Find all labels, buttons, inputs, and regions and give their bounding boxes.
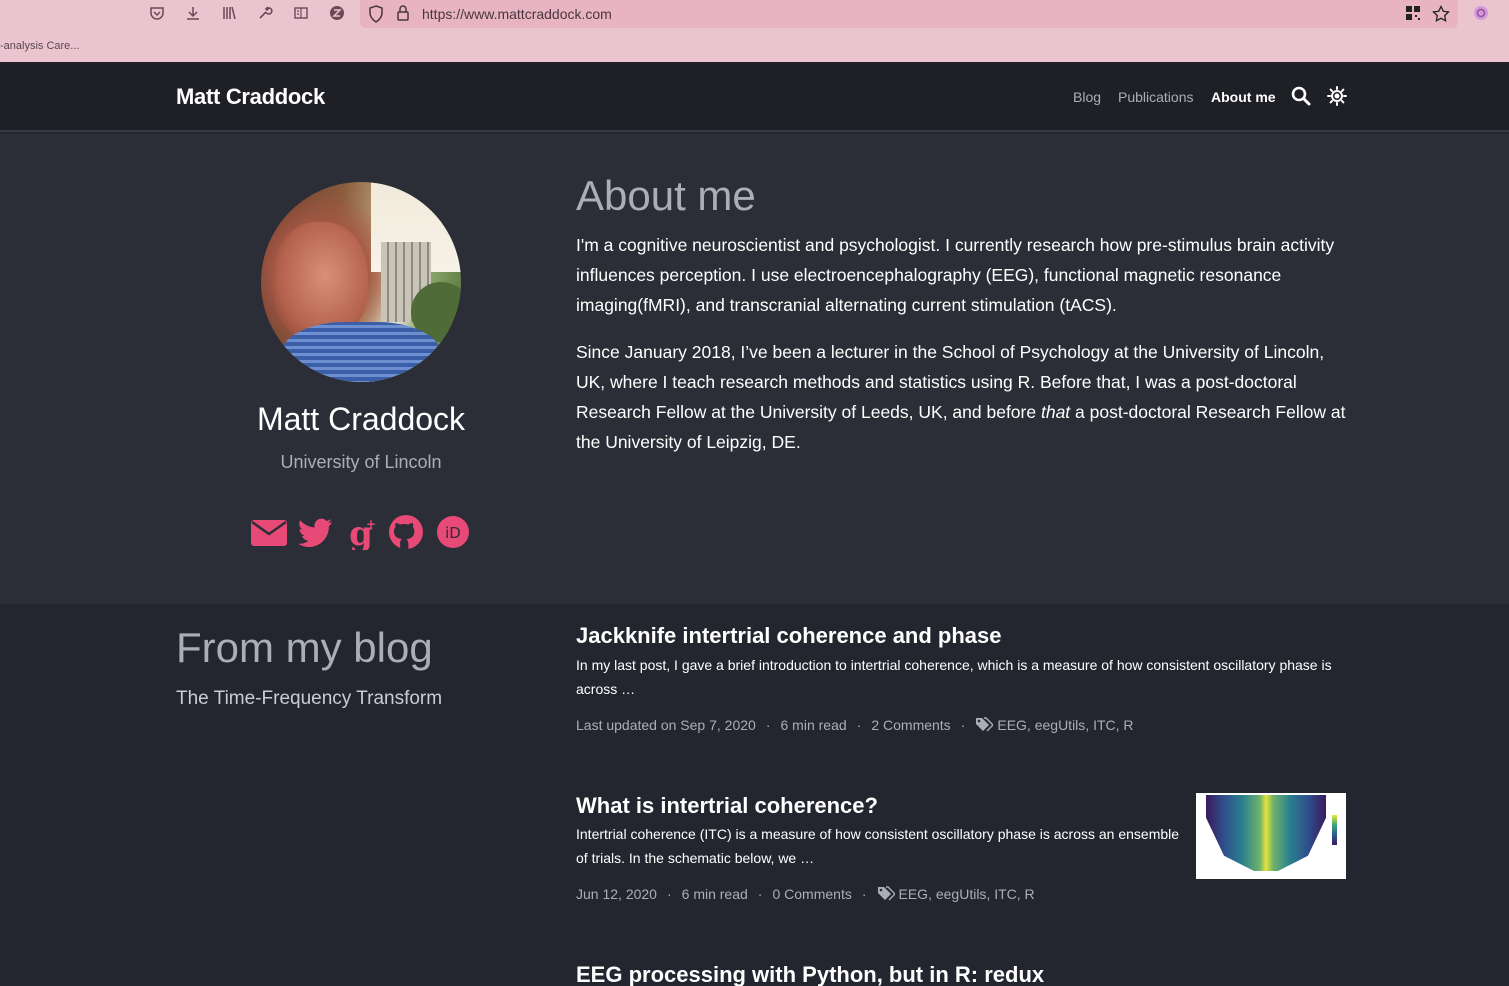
about-section: Matt Craddock University of Lincoln g + i… [0, 134, 1509, 604]
post-meta: Jun 12, 2020 · 6 min read · 0 Comments · EEG, … [576, 886, 1035, 905]
url-text[interactable]: https://www.mattcraddock.com [422, 6, 612, 22]
post-date: Last updated on Sep 7, 2020 [576, 717, 756, 733]
lock-icon[interactable] [396, 4, 410, 25]
about-paragraph-1: I'm a cognitive neuroscientist and psych… [576, 235, 1335, 315]
nav-blog[interactable]: Blog [1073, 89, 1101, 105]
post-read-time: 6 min read [780, 717, 847, 733]
pocket-icon[interactable] [148, 5, 166, 23]
blog-section: From my blog The Time-Frequency Transfor… [0, 604, 1509, 986]
github-icon[interactable] [387, 514, 425, 550]
post-excerpt: Intertrial coherence (ITC) is a measure … [576, 826, 1180, 866]
post-title[interactable]: What is intertrial coherence? [576, 793, 878, 819]
post-tags[interactable]: EEG, eegUtils, ITC, R [997, 717, 1133, 733]
post-tags[interactable]: EEG, eegUtils, ITC, R [899, 886, 1035, 902]
extension-icon[interactable] [1472, 5, 1490, 23]
post-date: Jun 12, 2020 [576, 886, 657, 902]
about-paragraph-2: Since January 2018, I’ve been a lecturer… [576, 342, 1346, 452]
post-excerpt: In my last post, I gave a brief introduc… [576, 657, 1332, 697]
twitter-icon[interactable] [296, 514, 334, 550]
reader-view-icon[interactable] [292, 5, 310, 23]
tags-icon [877, 886, 896, 905]
site-title[interactable]: Matt Craddock [176, 84, 325, 110]
svg-text:+: + [366, 517, 376, 531]
nav-about-me[interactable]: About me [1211, 89, 1276, 105]
profile-affiliation: University of Lincoln [280, 452, 442, 472]
shield-icon[interactable] [368, 5, 384, 26]
downloads-icon[interactable] [184, 5, 202, 23]
blog-heading: From my blog [176, 624, 433, 671]
page-title: About me [576, 172, 756, 219]
search-icon[interactable] [1291, 86, 1311, 111]
svg-text:iD: iD [445, 524, 461, 542]
post-comments[interactable]: 0 Comments [772, 886, 851, 902]
profile-name: Matt Craddock [256, 401, 466, 437]
site-header: Matt Craddock Blog Publications About me [0, 62, 1509, 132]
bookmark-item[interactable]: -analysis Care... [0, 40, 79, 52]
tags-icon [975, 717, 995, 736]
library-icon[interactable] [220, 5, 238, 23]
google-scholar-icon[interactable]: g + [342, 514, 380, 554]
bookmarks-bar: -analysis Care... [0, 28, 1509, 62]
nav-publications[interactable]: Publications [1118, 89, 1194, 105]
post-title[interactable]: EEG processing with Python, but in R: re… [576, 962, 1044, 986]
wrench-icon[interactable] [256, 5, 274, 23]
post-title[interactable]: Jackknife intertrial coherence and phase [576, 623, 1002, 649]
post-read-time: 6 min read [681, 886, 748, 902]
theme-toggle-icon[interactable] [1327, 86, 1347, 111]
orcid-icon[interactable]: iD [434, 514, 472, 550]
email-icon[interactable] [250, 514, 288, 550]
bookmark-star-icon[interactable] [1432, 4, 1450, 23]
url-bar[interactable]: https://www.mattcraddock.com [360, 0, 1458, 28]
qr-code-icon[interactable] [1404, 5, 1422, 23]
avatar [261, 182, 461, 382]
blog-sublink[interactable]: The Time-Frequency Transform [176, 688, 442, 710]
post-thumbnail[interactable] [1196, 793, 1346, 879]
browser-toolbar: https://www.mattcraddock.com [0, 0, 1509, 28]
post-meta: Last updated on Sep 7, 2020 · 6 min read · 2… [576, 717, 1134, 736]
zotero-icon[interactable] [328, 5, 346, 23]
post-comments[interactable]: 2 Comments [871, 717, 950, 733]
